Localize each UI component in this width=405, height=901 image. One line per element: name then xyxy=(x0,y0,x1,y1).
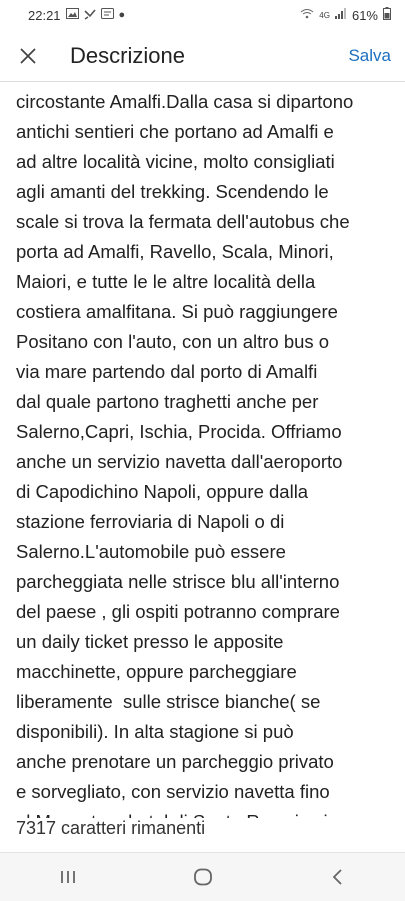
status-left: 22:21 ● xyxy=(28,8,125,23)
recent-apps-icon xyxy=(60,871,75,883)
back-button[interactable] xyxy=(318,857,358,897)
text-line: porta ad Amalfi, Ravello, Scala, Minori, xyxy=(16,241,334,262)
text-line: anche un servizio navetta dall'aeroporto xyxy=(16,451,343,472)
character-counter: 7317 caratteri rimanenti xyxy=(16,818,206,838)
network-type: 4G xyxy=(319,10,330,20)
status-right: 4G 61% xyxy=(300,7,391,23)
text-line: parcheggiata nelle strisce blu all'inter… xyxy=(16,571,340,592)
text-line: disponibili). In alta stagione si può xyxy=(16,721,294,742)
home-icon xyxy=(193,868,212,886)
close-icon xyxy=(20,47,36,64)
image-icon xyxy=(65,8,79,22)
description-text[interactable]: circostante Amalfi.Dalla casa si diparto… xyxy=(16,87,391,818)
description-text-area[interactable]: circostante Amalfi.Dalla casa si diparto… xyxy=(0,83,405,818)
text-line: Salerno,Capri, Ischia, Procida. Offriamo xyxy=(16,421,342,442)
battery-icon xyxy=(383,7,391,23)
navigation-bar xyxy=(0,852,405,901)
dot-icon: ● xyxy=(118,9,126,21)
text-line: scale si trova la fermata dell'autobus c… xyxy=(16,211,350,232)
text-line: di Capodichino Napoli, oppure dalla xyxy=(16,481,309,502)
missed-call-icon xyxy=(83,8,96,23)
recent-apps-button[interactable] xyxy=(48,857,88,897)
text-line: antichi sentieri che portano ad Amalfi e xyxy=(16,121,334,142)
home-button[interactable] xyxy=(183,857,223,897)
back-icon xyxy=(332,869,342,885)
text-line: agli amanti del trekking. Scendendo le xyxy=(16,181,329,202)
wifi-icon xyxy=(300,8,314,22)
app-bar: Descrizione Salva xyxy=(0,30,405,82)
text-line: anche prenotare un parcheggio privato xyxy=(16,751,334,772)
text-line: via mare partendo dal porto di Amalfi xyxy=(16,361,318,382)
page-title: Descrizione xyxy=(70,42,185,68)
text-line: del paese , gli ospiti potranno comprare xyxy=(16,601,340,622)
save-button[interactable]: Salva xyxy=(348,46,391,66)
text-line: liberamente sulle strisce bianche( se xyxy=(16,691,321,712)
close-button[interactable] xyxy=(14,42,42,70)
text-line: stazione ferroviaria di Napoli o di xyxy=(16,511,285,532)
text-line: circostante Amalfi.Dalla casa si diparto… xyxy=(16,91,354,112)
text-line: costiera amalfitana. Si può raggiungere xyxy=(16,301,338,322)
status-bar: 22:21 ● 4G 61% xyxy=(0,0,405,30)
status-time: 22:21 xyxy=(28,7,61,23)
text-line: macchinette, oppure parcheggiare xyxy=(16,661,297,682)
text-line: Salerno.L'automobile può essere xyxy=(16,541,286,562)
text-line: Maiori, e tutte le le altre località del… xyxy=(16,271,316,292)
signal-icon xyxy=(334,8,347,22)
text-line: al Monastero hotel di Santa Rosa in via xyxy=(16,811,338,818)
battery-percent: 61% xyxy=(351,7,378,23)
text-line: dal quale partono traghetti anche per xyxy=(16,391,319,412)
text-line: un daily ticket presso le apposite xyxy=(16,631,284,652)
text-line: e sorvegliato, con servizio navetta fino xyxy=(16,781,330,802)
text-line: ad altre località vicine, molto consigli… xyxy=(16,151,335,172)
text-line: Positano con l'auto, con un altro bus o xyxy=(16,331,330,352)
message-icon xyxy=(100,8,114,22)
